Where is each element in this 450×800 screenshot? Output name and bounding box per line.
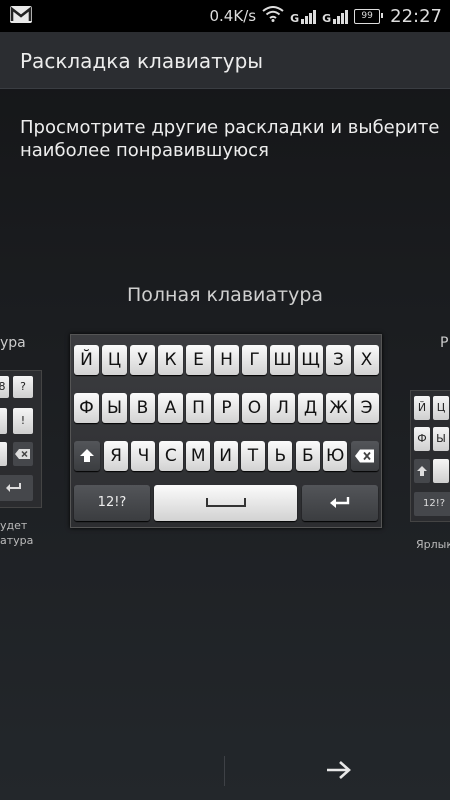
gmail-icon	[10, 6, 32, 23]
mini-key	[0, 408, 7, 434]
key-10-row-1[interactable]: З	[326, 345, 351, 375]
key-8-row-1[interactable]: Ш	[270, 345, 295, 375]
key-3-row-3[interactable]: С	[158, 441, 183, 471]
mini-key: Ц	[433, 396, 449, 420]
title-bar: Раскладка клавиатуры	[0, 32, 450, 89]
signal-icon: G	[290, 8, 317, 24]
key-4-row-2[interactable]: А	[158, 393, 183, 423]
key-6-row-3[interactable]: Т	[241, 441, 265, 471]
keyboard-preview[interactable]: ЙЦУКЕНГШЩЗХ ФЫВАПРОЛДЖЭ ЯЧСМИТЬБЮ 12!?	[70, 334, 382, 528]
mini-key: Ф	[414, 427, 430, 451]
signal-icon: G	[322, 8, 349, 24]
key-11-row-2[interactable]: Э	[354, 393, 379, 423]
key-4-row-1[interactable]: К	[158, 345, 183, 375]
mini-key: Ы	[433, 427, 449, 451]
enter-icon[interactable]	[302, 485, 378, 521]
right-layout-caption: Ярлык	[416, 538, 450, 551]
keyboard-row: ЯЧСМИТЬБЮ	[71, 441, 381, 471]
page-title: Раскладка клавиатуры	[20, 49, 264, 73]
network-speed: 0.4K/s	[209, 7, 257, 25]
key-8-row-2[interactable]: Л	[270, 393, 295, 423]
key-3-row-1[interactable]: У	[130, 345, 155, 375]
mini-key: Й	[414, 396, 430, 420]
key-9-row-1[interactable]: Щ	[298, 345, 323, 375]
key-9-row-3[interactable]: Ю	[323, 441, 348, 471]
wifi-icon	[262, 6, 284, 26]
key-4-row-3[interactable]: М	[186, 441, 211, 471]
key-2-row-1[interactable]: Ц	[102, 345, 127, 375]
mini-key: !	[13, 408, 33, 434]
keyboard-row: ЙЦУКЕНГШЩЗХ	[71, 345, 381, 375]
layout-name: Полная клавиатура	[126, 284, 324, 306]
status-bar: 0.4K/s G G 99 22:27	[0, 0, 450, 32]
clock: 22:27	[390, 5, 442, 27]
mini-key	[433, 459, 449, 483]
left-layout-preview[interactable]: 8 ? !	[0, 370, 42, 508]
mini-key	[0, 442, 7, 466]
key-9-row-2[interactable]: Д	[298, 393, 323, 423]
backspace-icon	[13, 442, 33, 466]
keyboard-row: 12!?	[71, 485, 381, 521]
key-3-row-2[interactable]: В	[130, 393, 155, 423]
instruction-text: Просмотрите другие раскладки и выберите …	[20, 117, 440, 161]
mini-key: ?	[13, 376, 33, 398]
right-layout-label: Р	[440, 335, 449, 351]
key-7-row-3[interactable]: Ь	[268, 441, 293, 471]
key-2-row-2[interactable]: Ы	[102, 393, 127, 423]
key-5-row-3[interactable]: И	[213, 441, 238, 471]
battery-icon: 99	[354, 8, 384, 24]
key-1-row-2[interactable]: Ф	[74, 393, 99, 423]
bottom-divider	[224, 756, 225, 786]
left-layout-label: ура	[0, 335, 26, 351]
key-10-row-2[interactable]: Ж	[326, 393, 351, 423]
shift-icon	[414, 459, 430, 483]
key-5-row-1[interactable]: Е	[186, 345, 211, 375]
key-8-row-3[interactable]: Б	[295, 441, 320, 471]
space-key[interactable]	[154, 485, 297, 521]
symbols-key[interactable]: 12!?	[74, 485, 150, 521]
enter-icon	[0, 475, 33, 501]
mini-key: 8	[0, 376, 9, 398]
right-layout-preview[interactable]: Й Ц Ф Ы 12!?	[410, 390, 450, 522]
battery-level: 99	[361, 11, 373, 21]
key-6-row-1[interactable]: Н	[214, 345, 239, 375]
key-1-row-3[interactable]: Я	[104, 441, 128, 471]
next-button[interactable]	[316, 752, 364, 788]
key-7-row-2[interactable]: О	[242, 393, 267, 423]
key-7-row-1[interactable]: Г	[242, 345, 267, 375]
key-2-row-3[interactable]: Ч	[131, 441, 156, 471]
left-layout-caption: удет атура	[0, 519, 34, 547]
keyboard-row: ФЫВАПРОЛДЖЭ	[71, 393, 381, 423]
mini-symbols-key: 12!?	[414, 492, 450, 516]
key-5-row-2[interactable]: П	[186, 393, 211, 423]
backspace-icon[interactable]	[351, 441, 379, 471]
key-6-row-2[interactable]: Р	[214, 393, 239, 423]
key-1-row-1[interactable]: Й	[74, 345, 99, 375]
key-11-row-1[interactable]: Х	[354, 345, 379, 375]
